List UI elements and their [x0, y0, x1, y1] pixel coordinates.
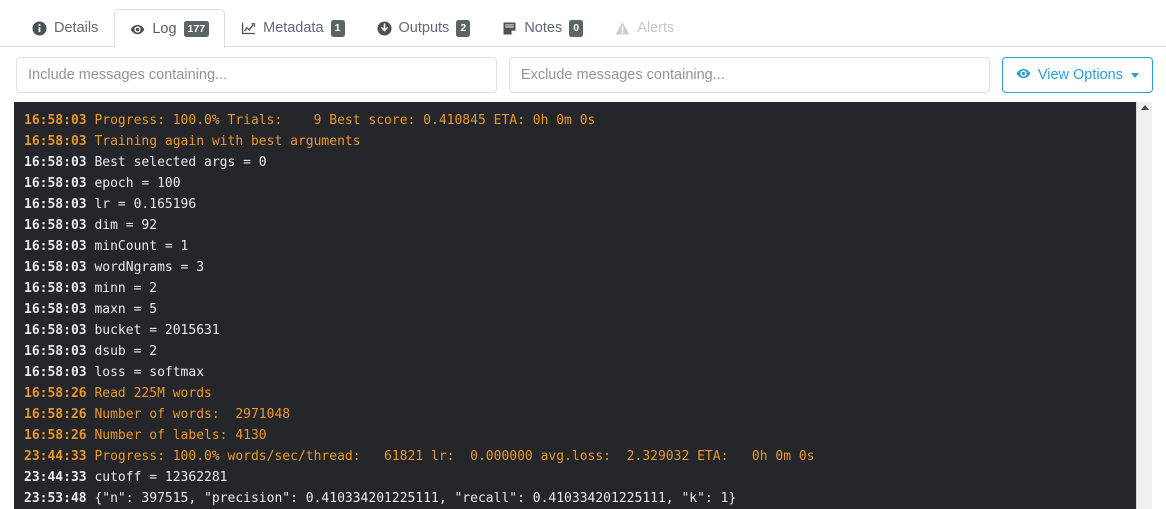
chevron-down-icon	[1131, 72, 1139, 78]
tab-outputs[interactable]: Outputs 2	[361, 9, 487, 47]
info-icon	[32, 21, 47, 36]
log-message: Number of labels: 4130	[86, 428, 267, 443]
log-message: Number of words: 2971048	[86, 407, 291, 422]
log-line: 16:58:03 minCount = 1	[24, 236, 1136, 257]
tab-metadata-badge: 1	[330, 20, 345, 37]
log-message: dim = 92	[86, 218, 158, 233]
log-line: 16:58:03 dsub = 2	[24, 341, 1136, 362]
log-timestamp: 16:58:26	[24, 407, 87, 422]
view-options-label: View Options	[1037, 67, 1123, 83]
log-message: maxn = 5	[86, 302, 158, 317]
log-timestamp: 16:58:03	[24, 302, 87, 317]
tab-bar: Details Log 177 Metadata 1 Outputs 2 Not…	[0, 0, 1166, 48]
download-icon	[377, 21, 392, 36]
log-message: Training again with best arguments	[86, 134, 361, 149]
log-message: Read 225M words	[86, 386, 212, 401]
log-console: 16:58:03 Progress: 100.0% Trials: 9 Best…	[14, 102, 1152, 509]
log-timestamp: 16:58:03	[24, 176, 87, 191]
log-filter-toolbar: View Options	[0, 47, 1166, 102]
scroll-up-arrow-icon[interactable]	[1140, 105, 1149, 110]
log-timestamp: 16:58:26	[24, 386, 87, 401]
log-line: 23:44:33 cutoff = 12362281	[24, 467, 1136, 488]
view-options-button[interactable]: View Options	[1001, 57, 1153, 93]
tab-alerts: Alerts	[599, 9, 690, 47]
log-message: loss = softmax	[86, 365, 205, 380]
tab-log[interactable]: Log 177	[114, 9, 226, 48]
log-message: lr = 0.165196	[86, 197, 197, 212]
tab-outputs-badge: 2	[456, 20, 471, 37]
log-timestamp: 16:58:26	[24, 428, 87, 443]
log-timestamp: 23:44:33	[24, 470, 87, 485]
eye-icon	[130, 22, 145, 37]
tab-details-label: Details	[54, 20, 99, 37]
tab-log-label: Log	[152, 20, 177, 37]
log-line: 16:58:03 maxn = 5	[24, 299, 1136, 320]
log-timestamp: 16:58:03	[24, 239, 87, 254]
log-timestamp: 16:58:03	[24, 281, 87, 296]
tab-outputs-label: Outputs	[398, 20, 450, 37]
tab-metadata[interactable]: Metadata 1	[225, 9, 360, 47]
log-timestamp: 16:58:03	[24, 113, 87, 128]
log-line: 16:58:03 dim = 92	[24, 215, 1136, 236]
log-line: 23:44:33 Progress: 100.0% words/sec/thre…	[24, 446, 1136, 467]
log-console-body: 16:58:03 Progress: 100.0% Trials: 9 Best…	[14, 102, 1136, 509]
log-timestamp: 16:58:03	[24, 365, 87, 380]
exclude-messages-input[interactable]	[508, 57, 990, 93]
log-message: Progress: 100.0% words/sec/thread: 61821…	[86, 449, 815, 464]
chart-icon	[241, 21, 256, 36]
log-timestamp: 16:58:03	[24, 134, 87, 149]
tab-log-badge: 177	[183, 20, 210, 38]
log-line: 16:58:03 Progress: 100.0% Trials: 9 Best…	[24, 110, 1136, 131]
log-timestamp: 23:53:48	[24, 491, 87, 506]
log-message: cutoff = 12362281	[86, 470, 228, 485]
tab-notes-label: Notes	[524, 20, 563, 37]
log-message: wordNgrams = 3	[86, 260, 205, 275]
log-message: bucket = 2015631	[86, 323, 220, 338]
log-scrollbar[interactable]	[1136, 102, 1152, 509]
log-line: 16:58:03 loss = softmax	[24, 362, 1136, 383]
log-message: epoch = 100	[86, 176, 181, 191]
log-timestamp: 16:58:03	[24, 197, 87, 212]
log-line: 16:58:26 Number of labels: 4130	[24, 425, 1136, 446]
log-message: minCount = 1	[86, 239, 189, 254]
log-message: dsub = 2	[86, 344, 158, 359]
log-line: 16:58:03 bucket = 2015631	[24, 320, 1136, 341]
tab-metadata-label: Metadata	[263, 20, 324, 37]
log-timestamp: 16:58:03	[24, 344, 87, 359]
log-timestamp: 16:58:03	[24, 218, 87, 233]
log-timestamp: 16:58:03	[24, 155, 87, 170]
log-timestamp: 23:44:33	[24, 449, 87, 464]
note-icon	[502, 21, 517, 36]
log-message: Progress: 100.0% Trials: 9 Best score: 0…	[86, 113, 596, 128]
log-line: 16:58:03 epoch = 100	[24, 173, 1136, 194]
tab-notes-badge: 0	[569, 20, 584, 37]
tab-alerts-label: Alerts	[637, 20, 675, 37]
log-line: 16:58:03 lr = 0.165196	[24, 194, 1136, 215]
eye-icon	[1016, 66, 1031, 85]
include-messages-input[interactable]	[16, 57, 497, 93]
log-message: Best selected args = 0	[86, 155, 267, 170]
log-line: 16:58:03 Best selected args = 0	[24, 152, 1136, 173]
log-line: 23:53:48 {"n": 397515, "precision": 0.41…	[24, 488, 1136, 509]
log-timestamp: 16:58:03	[24, 323, 87, 338]
log-line: 16:58:26 Number of words: 2971048	[24, 404, 1136, 425]
log-line: 16:58:03 minn = 2	[24, 278, 1136, 299]
log-line: 16:58:26 Read 225M words	[24, 383, 1136, 404]
log-timestamp: 16:58:03	[24, 260, 87, 275]
log-line: 16:58:03 wordNgrams = 3	[24, 257, 1136, 278]
tab-details[interactable]: Details	[16, 9, 114, 47]
log-message: {"n": 397515, "precision": 0.41033420122…	[86, 491, 737, 506]
tab-notes[interactable]: Notes 0	[486, 9, 599, 47]
log-message: minn = 2	[86, 281, 158, 296]
log-line: 16:58:03 Training again with best argume…	[24, 131, 1136, 152]
warning-icon	[615, 21, 630, 36]
